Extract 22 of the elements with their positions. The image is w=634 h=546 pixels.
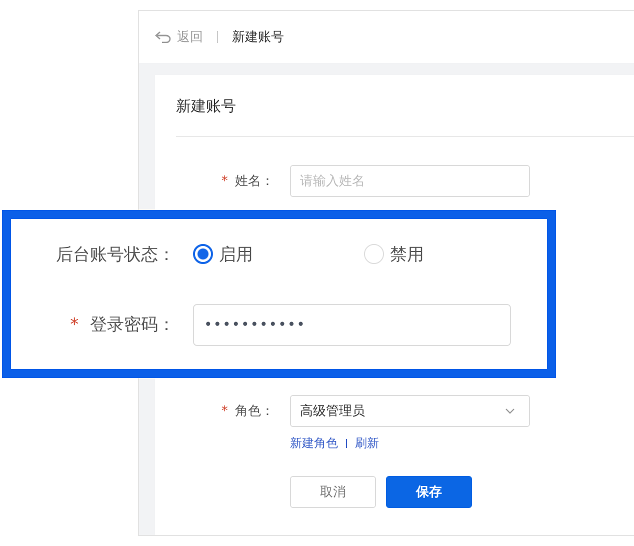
required-asterisk: * (221, 404, 228, 419)
chevron-down-icon (505, 408, 515, 414)
password-input[interactable]: ••••••••••• (193, 304, 511, 346)
cancel-button[interactable]: 取消 (290, 476, 376, 508)
back-button[interactable]: 返回 (155, 28, 203, 46)
field-label: 后台账号状态： (55, 244, 176, 266)
page-title: 新建账号 (232, 29, 284, 46)
back-arrow-icon (155, 31, 171, 43)
card-title: 新建账号 (176, 97, 237, 117)
text-link[interactable]: 刷新 (355, 435, 379, 452)
radio-button[interactable] (193, 244, 213, 264)
name-input[interactable]: 请输入姓名 (290, 165, 530, 197)
required-asterisk: * (221, 174, 228, 189)
field-label: 登录密码： (90, 315, 175, 335)
required-asterisk: * (70, 315, 79, 335)
field-label: 角色： (235, 404, 274, 419)
role-select[interactable]: 高级管理员 (290, 395, 530, 427)
radio-label: 禁用 (390, 244, 424, 266)
save-button[interactable]: 保存 (386, 476, 472, 508)
radio-label: 启用 (219, 244, 253, 266)
field-label: 姓名： (235, 174, 274, 189)
text-link[interactable]: 新建角色 (290, 435, 338, 452)
